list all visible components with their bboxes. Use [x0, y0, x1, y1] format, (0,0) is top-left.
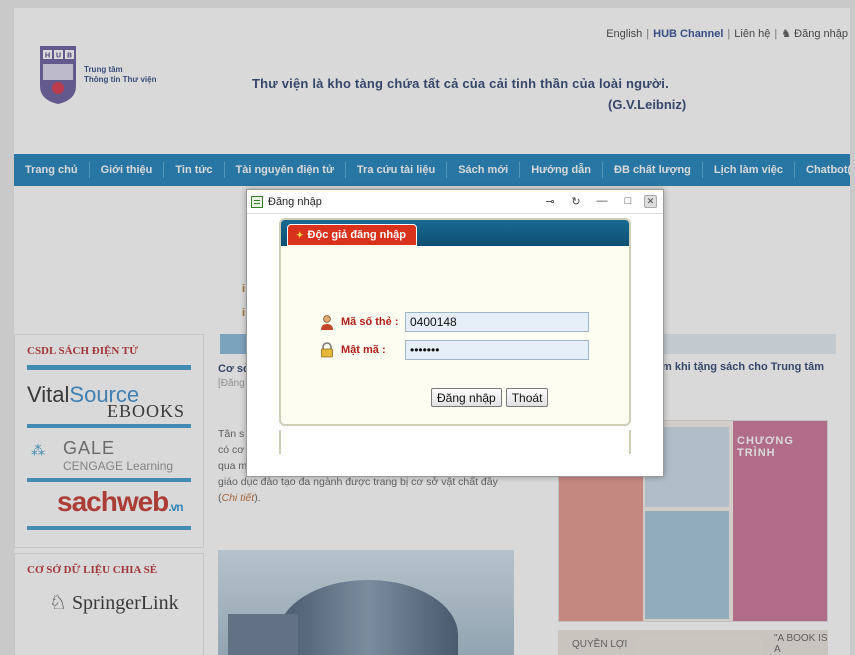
form-buttons: Đăng nhập Thoát	[431, 388, 549, 407]
pin-icon[interactable]: ⊸	[540, 195, 560, 208]
card-number-row: Mã số thẻ :	[319, 312, 589, 332]
password-label: Mật mã :	[341, 344, 386, 356]
exit-button[interactable]: Thoát	[505, 388, 549, 407]
login-button[interactable]: Đăng nhập	[431, 388, 502, 407]
maximize-icon[interactable]: □	[618, 195, 638, 208]
panel-lower-frame	[279, 430, 631, 454]
minimize-icon[interactable]: —	[592, 195, 612, 208]
refresh-icon[interactable]: ↻	[566, 195, 586, 208]
window-controls: ⊸ ↻ — □ ✕	[534, 195, 657, 208]
login-window: Đăng nhập ⊸ ↻ — □ ✕ ✦ Độc giả đăng nhập M…	[246, 189, 664, 477]
password-row: Mật mã :	[319, 340, 589, 360]
close-icon[interactable]: ✕	[644, 195, 657, 208]
user-icon	[321, 315, 333, 330]
password-input[interactable]	[405, 340, 589, 360]
card-number-label: Mã số thẻ :	[341, 316, 399, 328]
card-number-input[interactable]	[405, 312, 589, 332]
window-titlebar[interactable]: Đăng nhập ⊸ ↻ — □ ✕	[247, 190, 663, 214]
tab-star-icon: ✦	[296, 230, 304, 240]
window-title: Đăng nhập	[268, 195, 322, 208]
reader-login-tab[interactable]: ✦ Độc giả đăng nhập	[287, 224, 417, 246]
lock-icon	[321, 342, 333, 358]
window-form-icon	[251, 195, 263, 208]
login-panel: ✦Độc giả đăng nhập Mã số thẻ : Mật mã : …	[279, 218, 631, 426]
